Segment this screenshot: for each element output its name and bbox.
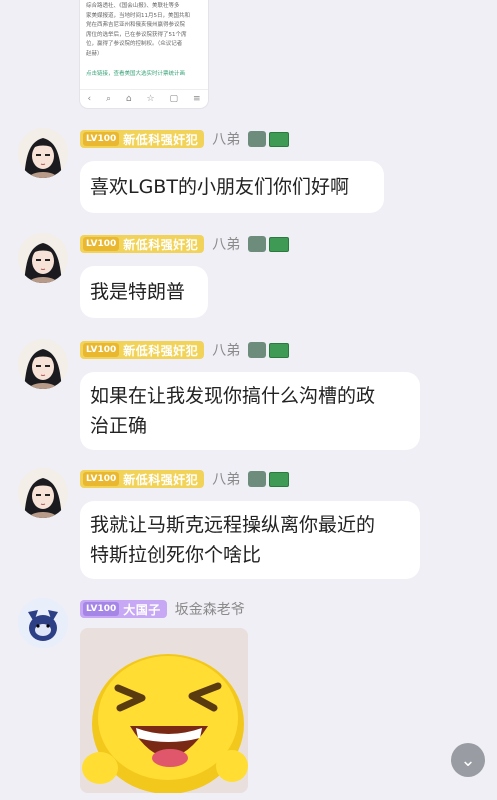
laughing-face-icon [80, 628, 248, 793]
message-header: LV100 新低科强奸犯 八弟 [80, 129, 290, 149]
avatar-image [18, 128, 68, 178]
laughing-emoji-sticker[interactable] [80, 628, 248, 793]
level-badge: LV100 [83, 602, 120, 616]
bookmark-icon[interactable]: ☆ [147, 94, 155, 104]
shared-text-line: 综合路透社、《国会山报》、美联社等多 [86, 3, 180, 9]
avatar-image [18, 233, 68, 283]
menu-icon[interactable]: ≡ [193, 94, 201, 104]
shared-text-line: 席位的选举后，已在参议院获得了51个席 [86, 31, 187, 38]
shared-text-line: 党在西弗吉尼亚州和俄亥俄州赢得参议院 [86, 22, 186, 29]
message-bubble[interactable]: 如果在让我发现你搞什么沟槽的政 治正确 [80, 372, 420, 450]
cash-medal-icon [269, 471, 290, 487]
dragon-medal-icon [248, 471, 267, 487]
message-text: 我是特朗普 [90, 281, 186, 303]
user-title: 新低科强奸犯 [123, 472, 199, 487]
message-text: 特斯拉创死你个啥比 [90, 544, 262, 566]
username[interactable]: 八弟 [212, 340, 240, 360]
shared-text-line: 家美媒报道，当地时间11月5日，美国共和 [86, 12, 190, 19]
user-title-badge: LV100 大国子 [80, 600, 167, 618]
message-bubble[interactable]: 我就让马斯克远程操纵离你最近的 特斯拉创死你个啥比 [80, 501, 420, 579]
dragon-medal-icon [248, 131, 267, 147]
username[interactable]: 八弟 [212, 469, 240, 489]
message-bubble[interactable]: 我是特朗普 [80, 266, 208, 318]
user-title: 新低科强奸犯 [123, 237, 199, 252]
username[interactable]: 八弟 [212, 129, 240, 149]
shared-browser-nav: ‹ ⌕ ⌂ ☆ ▢ ≡ [80, 89, 208, 108]
message-text: 我就让马斯克远程操纵离你最近的 [90, 514, 376, 536]
avatar[interactable] [18, 128, 68, 178]
message-text: 如果在让我发现你搞什么沟槽的政 [90, 385, 376, 407]
user-title: 新低科强奸犯 [123, 343, 199, 358]
message-bubble[interactable]: 喜欢LGBT的小朋友们你们好啊 [80, 161, 384, 213]
shared-text-line: 赵赫） [86, 50, 103, 57]
search-icon[interactable]: ⌕ [106, 94, 111, 104]
back-icon[interactable]: ‹ [87, 94, 91, 104]
user-title-badge: LV100 新低科强奸犯 [80, 235, 205, 253]
cash-medal-icon [269, 131, 290, 147]
user-title-badge: LV100 新低科强奸犯 [80, 470, 205, 488]
cash-medal-icon [269, 236, 290, 252]
message-header: LV100 新低科强奸犯 八弟 [80, 234, 290, 254]
message-header: LV100 新低科强奸犯 八弟 [80, 469, 290, 489]
shared-link-text[interactable]: 点击链接，查看美国大选实时计票统计画 [86, 70, 202, 79]
avatar[interactable] [18, 598, 68, 648]
dragon-medal-icon [248, 342, 267, 358]
avatar-image [18, 339, 68, 389]
level-badge: LV100 [83, 343, 120, 357]
cash-medal-icon [269, 342, 290, 358]
medal-icons [248, 131, 290, 147]
level-badge: LV100 [83, 472, 120, 486]
level-badge: LV100 [83, 132, 120, 146]
message-text: 治正确 [90, 415, 148, 437]
shared-screenshot-card[interactable]: 综合路透社、《国会山报》、美联社等多 家美媒报道，当地时间11月5日，美国共和 … [80, 0, 208, 108]
user-title: 大国子 [123, 602, 161, 617]
scroll-down-button[interactable]: ⌄ [451, 743, 485, 777]
avatar-image [18, 598, 68, 648]
home-icon[interactable]: ⌂ [126, 94, 132, 104]
message-text: 喜欢LGBT的小朋友们你们好啊 [90, 176, 349, 198]
dragon-medal-icon [248, 236, 267, 252]
user-title: 新低科强奸犯 [123, 132, 199, 147]
avatar[interactable] [18, 468, 68, 518]
tabs-icon[interactable]: ▢ [170, 94, 179, 104]
username[interactable]: 坂金森老爷 [175, 599, 245, 619]
user-title-badge: LV100 新低科强奸犯 [80, 130, 205, 148]
avatar[interactable] [18, 233, 68, 283]
chevron-down-icon: ⌄ [460, 749, 476, 771]
message-header: LV100 大国子 坂金森老爷 [80, 599, 245, 619]
avatar[interactable] [18, 339, 68, 389]
medal-icons [248, 236, 290, 252]
shared-text-line: 位，赢得了参议院的控制权。（众议记者 [86, 41, 183, 48]
username[interactable]: 八弟 [212, 234, 240, 254]
shared-article-text: 综合路透社、《国会山报》、美联社等多 家美媒报道，当地时间11月5日，美国共和 … [86, 2, 202, 60]
medal-icons [248, 342, 290, 358]
level-badge: LV100 [83, 237, 120, 251]
avatar-image [18, 468, 68, 518]
medal-icons [248, 471, 290, 487]
message-header: LV100 新低科强奸犯 八弟 [80, 340, 290, 360]
user-title-badge: LV100 新低科强奸犯 [80, 341, 205, 359]
